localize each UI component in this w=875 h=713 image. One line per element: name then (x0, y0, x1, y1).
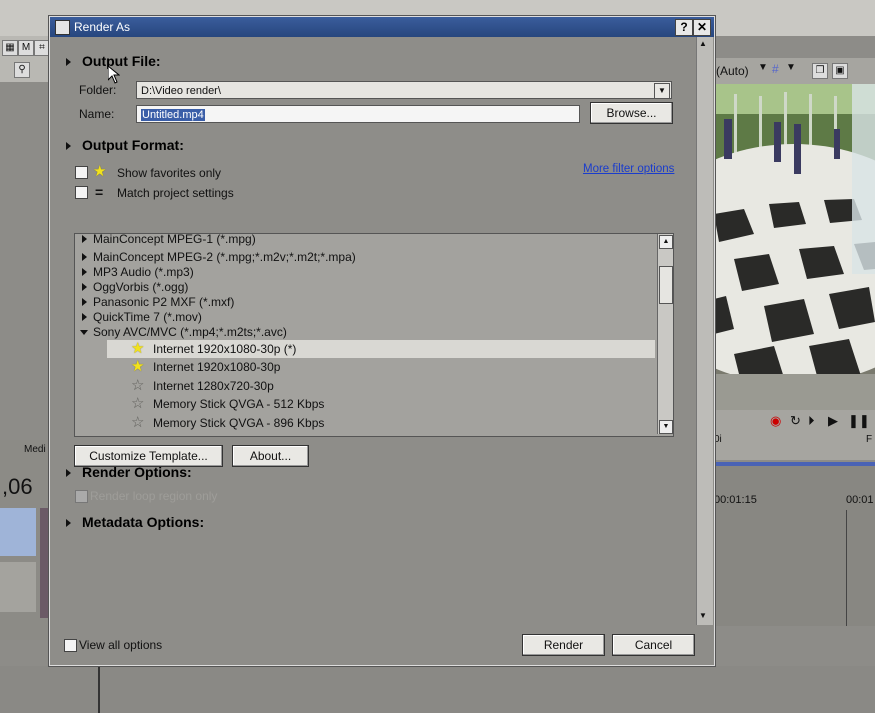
format-list-scrollbar[interactable]: ▲ ▼ (657, 234, 673, 434)
name-label: Name: (79, 107, 115, 121)
track-header[interactable] (0, 508, 36, 556)
timeline-gridline (846, 510, 847, 626)
preview-info-label: F (866, 434, 873, 445)
folder-label: Folder: (79, 83, 117, 97)
dialog-content: Output File: Folder: D:\Video render\ ▼ … (50, 37, 696, 665)
transport-bar: ◉ ↻ ⏵ ▶ ❚❚ 0i F (712, 410, 875, 460)
render-button[interactable]: Render (522, 634, 605, 656)
render-loop-checkbox[interactable] (75, 490, 88, 503)
template-item[interactable]: ☆ Memory Stick QVGA - 896 Kbps (107, 414, 655, 432)
preview-quality[interactable]: (Auto) (716, 64, 749, 78)
star-icon: ★ (93, 163, 107, 180)
divider (98, 666, 100, 713)
app-icon (55, 20, 70, 35)
metadata-options-header[interactable]: Metadata Options: (82, 514, 204, 530)
chevron-down-icon[interactable]: ▼ (758, 62, 768, 73)
view-all-options-checkbox[interactable] (64, 639, 77, 652)
name-value: Untitled.mp4 (141, 109, 205, 121)
more-filter-options-link[interactable]: More filter options (583, 163, 674, 175)
browse-button[interactable]: Browse... (590, 102, 673, 124)
tool-icon[interactable]: ▦ (2, 40, 18, 56)
scroll-thumb[interactable] (659, 266, 673, 304)
view-all-options-label: View all options (79, 638, 163, 652)
template-item-selected[interactable]: ★ Internet 1920x1080-30p (*) (107, 340, 655, 358)
preview-info-label: 0i (714, 434, 722, 445)
track-header[interactable] (0, 562, 36, 612)
close-button[interactable]: ✕ (693, 19, 711, 36)
dialog-title-bar[interactable]: Render As ? ✕ (50, 17, 714, 37)
timeline-mark: 00:01 (846, 494, 874, 506)
expand-metadata-options-icon[interactable] (66, 519, 71, 527)
template-item[interactable]: ☆ Memory Stick QVGA - 512 Kbps (107, 395, 655, 413)
preview-toolbar: (Auto) ▼ # ▼ ❐ ▣ (712, 58, 875, 84)
show-favorites-label: Show favorites only (117, 166, 222, 180)
star-outline-icon[interactable]: ☆ (131, 377, 144, 395)
mouse-cursor-icon (108, 66, 120, 84)
video-frame (714, 84, 875, 410)
play-icon[interactable]: ▶ (828, 413, 838, 429)
render-as-dialog: Render As ? ✕ Output File: Folder: D:\Vi… (49, 16, 715, 666)
save-icon[interactable]: ▣ (832, 63, 848, 79)
name-input[interactable]: Untitled.mp4 (136, 105, 580, 123)
render-options-header[interactable]: Render Options: (82, 464, 192, 480)
chevron-down-icon[interactable]: ▼ (654, 83, 670, 99)
grid-icon[interactable]: # (772, 62, 779, 76)
track-header-panel: Medi ,06 (0, 440, 50, 640)
host-app-bottom-area (0, 666, 875, 713)
favorite-star-icon[interactable]: ★ (131, 358, 144, 376)
format-item[interactable]: MainConcept MPEG-1 (*.mpg) (75, 234, 655, 248)
scroll-down-icon[interactable]: ▼ (659, 420, 673, 434)
record-icon[interactable]: ◉ (770, 413, 781, 429)
expand-output-file-icon[interactable] (66, 58, 71, 66)
show-favorites-checkbox[interactable] (75, 166, 88, 179)
scroll-up-icon[interactable]: ▲ (659, 235, 673, 249)
folder-combobox[interactable]: D:\Video render\ ▼ (136, 81, 672, 99)
timeline-area: 00:01:15 00:01 (712, 466, 875, 626)
scroll-down-icon[interactable]: ▼ (699, 611, 707, 620)
expand-output-format-icon[interactable] (66, 142, 71, 150)
output-file-header[interactable]: Output File: (82, 53, 161, 69)
chevron-down-icon[interactable]: ▼ (786, 62, 796, 73)
star-outline-icon[interactable]: ☆ (131, 414, 144, 432)
equals-icon: = (95, 184, 104, 200)
match-project-checkbox[interactable] (75, 186, 88, 199)
loop-icon[interactable]: ↻ (790, 413, 801, 429)
scroll-up-icon[interactable]: ▲ (699, 39, 707, 48)
favorite-star-icon[interactable]: ★ (131, 340, 144, 358)
video-preview (714, 84, 875, 410)
format-item-expanded[interactable]: Sony AVC/MVC (*.mp4;*.m2ts;*.avc) (75, 323, 655, 341)
template-item[interactable]: ★ Internet 1920x1080-30p (107, 358, 655, 376)
media-tab[interactable]: Medi (24, 444, 46, 455)
tool-icon[interactable]: ⌗ (34, 40, 50, 56)
cancel-button[interactable]: Cancel (612, 634, 695, 656)
tool-icon[interactable]: M (18, 40, 34, 56)
match-project-label: Match project settings (117, 186, 234, 200)
zoom-icon[interactable]: ⚲ (14, 62, 30, 78)
format-tree-list[interactable]: MainConcept MPEG-1 (*.mpg) MainConcept M… (74, 233, 674, 437)
about-button[interactable]: About... (232, 445, 309, 467)
timecode-display: ,06 (2, 474, 33, 499)
star-outline-icon[interactable]: ☆ (131, 395, 144, 413)
help-button[interactable]: ? (675, 19, 693, 36)
dialog-title: Render As (74, 20, 131, 34)
render-loop-label: Render loop region only (90, 489, 218, 503)
expand-render-options-icon[interactable] (66, 469, 71, 477)
timeline-mark: 00:01:15 (714, 494, 757, 506)
template-item[interactable]: ☆ Internet 1280x720-30p (107, 377, 655, 395)
folder-value: D:\Video render\ (141, 85, 221, 97)
host-app-left-toolbar: ▦ M ⌗ ⚲ (0, 36, 50, 82)
output-format-header[interactable]: Output Format: (82, 137, 184, 153)
dialog-scrollbar[interactable]: ▲ ▼ (696, 37, 713, 625)
play-from-start-icon[interactable]: ⏵ (808, 413, 815, 429)
copy-icon[interactable]: ❐ (812, 63, 828, 79)
pause-icon[interactable]: ❚❚ (848, 413, 870, 429)
